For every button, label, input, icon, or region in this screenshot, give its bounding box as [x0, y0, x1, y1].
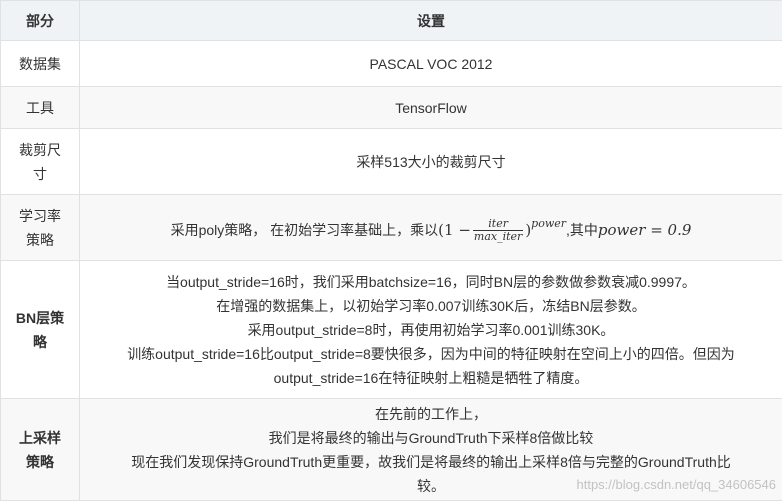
bn-line-1: 当output_stride=16时，我们采用batchsize=16，同时BN…: [80, 270, 782, 294]
lr-text-middle: ,其中: [566, 222, 598, 238]
lr-text-before: 采用poly策略， 在初始学习率基础上，乘以: [171, 222, 439, 238]
row-key-crop: 裁剪尺 寸: [1, 129, 80, 195]
bn-line-3: 采用output_stride=8时，再使用初始学习率0.001训练30K。: [80, 318, 782, 342]
header-setting: 设置: [80, 1, 782, 41]
row-value-dataset: PASCAL VOC 2012: [80, 41, 782, 87]
row-key-dataset: 数据集: [1, 41, 80, 87]
lr-formula: (1 −itermax_iter)power: [438, 221, 566, 239]
header-row: 部分 设置: [1, 1, 782, 41]
table-row: 上采样 策略 在先前的工作上， 我们是将最终的输出与GroundTruth下采样…: [1, 399, 782, 501]
header-part: 部分: [1, 1, 80, 41]
upsample-line-1: 在先前的工作上，: [80, 402, 782, 426]
lr-formula-exponent: power: [531, 217, 566, 230]
table-row: 学习率 策略 采用poly策略， 在初始学习率基础上，乘以(1 −itermax…: [1, 195, 782, 261]
row-key-lr-line-2: 策略: [7, 228, 73, 252]
settings-table: 部分 设置 数据集 PASCAL VOC 2012 工具 TensorFlow …: [0, 0, 782, 501]
row-value-tool: TensorFlow: [80, 87, 782, 129]
row-key-bn-line-2: 略: [7, 330, 73, 354]
bn-line-2: 在增强的数据集上，以初始学习率0.007训练30K后，冻结BN层参数。: [80, 294, 782, 318]
table-row: 数据集 PASCAL VOC 2012: [1, 41, 782, 87]
lr-formula-denominator: max_iter: [473, 231, 523, 243]
row-key-upsample-line-2: 策略: [7, 450, 73, 474]
bn-line-4: 训练output_stride=16比output_stride=8要快很多，因…: [80, 342, 782, 366]
lr-formula-power: power = 0.9: [598, 221, 691, 239]
row-key-upsample-line-1: 上采样: [7, 426, 73, 450]
row-key-bn: BN层策 略: [1, 261, 80, 399]
row-value-upsample: 在先前的工作上， 我们是将最终的输出与GroundTruth下采样8倍做比较 现…: [80, 399, 782, 501]
lr-formula-open: (1 −: [438, 221, 471, 239]
row-key-bn-line-1: BN层策: [7, 306, 73, 330]
upsample-line-3: 现在我们发现保持GroundTruth更重要，故我们是将最终的输出上采样8倍与完…: [80, 450, 782, 474]
row-key-crop-line-1: 裁剪尺: [7, 138, 73, 162]
table-row: 工具 TensorFlow: [1, 87, 782, 129]
bn-line-5: output_stride=16在特征映射上粗糙是牺牲了精度。: [80, 366, 782, 390]
row-key-crop-line-2: 寸: [7, 162, 73, 186]
row-key-lr-line-1: 学习率: [7, 204, 73, 228]
row-value-bn: 当output_stride=16时，我们采用batchsize=16，同时BN…: [80, 261, 782, 399]
upsample-line-4: 较。: [80, 474, 782, 498]
table-row: 裁剪尺 寸 采样513大小的裁剪尺寸: [1, 129, 782, 195]
upsample-line-2: 我们是将最终的输出与GroundTruth下采样8倍做比较: [80, 426, 782, 450]
row-key-lr: 学习率 策略: [1, 195, 80, 261]
row-key-upsample: 上采样 策略: [1, 399, 80, 501]
lr-formula-fraction: itermax_iter: [473, 218, 523, 243]
row-value-lr: 采用poly策略， 在初始学习率基础上，乘以(1 −itermax_iter)p…: [80, 195, 782, 261]
table-row: BN层策 略 当output_stride=16时，我们采用batchsize=…: [1, 261, 782, 399]
row-value-crop: 采样513大小的裁剪尺寸: [80, 129, 782, 195]
row-key-tool: 工具: [1, 87, 80, 129]
